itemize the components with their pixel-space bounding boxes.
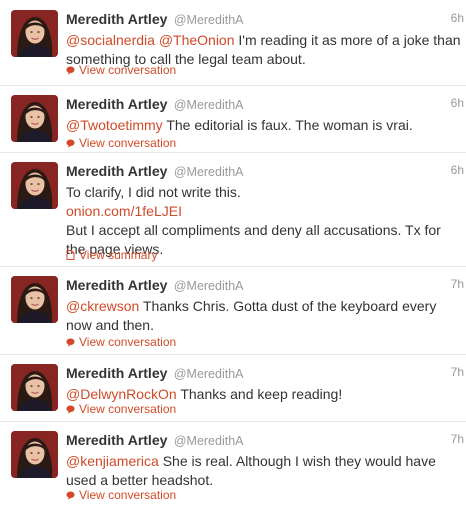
author-handle[interactable]: @MeredithA [174, 98, 244, 112]
tweet[interactable]: Meredith Artley @MeredithA 6h To clarify… [0, 162, 466, 262]
tweet-url-link[interactable]: onion.com/1feLJEI [66, 202, 462, 221]
author-handle[interactable]: @MeredithA [174, 165, 244, 179]
speech-bubble-icon [66, 489, 75, 503]
tweet[interactable]: Meredith Artley @MeredithA 7h @kenjiamer… [0, 431, 466, 503]
tweet[interactable]: Meredith Artley @MeredithA 6h @socialner… [0, 10, 466, 82]
action-label: View conversation [79, 402, 177, 416]
tweet-text-content: The editorial is faux. The woman is vrai… [162, 117, 413, 133]
author-name[interactable]: Meredith Artley [66, 365, 167, 381]
mention-link[interactable]: @TheOnion [159, 32, 235, 48]
tweet-timestamp[interactable]: 6h [451, 96, 464, 110]
author-handle[interactable]: @MeredithA [174, 279, 244, 293]
tweet-timestamp[interactable]: 7h [451, 365, 464, 379]
speech-bubble-icon [66, 64, 75, 78]
view-conversation-link[interactable]: View conversation [66, 488, 176, 503]
tweet-timeline: Meredith Artley @MeredithA 6h @socialner… [0, 0, 466, 507]
tweet[interactable]: Meredith Artley @MeredithA 7h @ckrewson … [0, 276, 466, 350]
view-conversation-link[interactable]: View conversation [66, 136, 176, 151]
view-conversation-link[interactable]: View conversation [66, 402, 176, 417]
tweet-text-line: To clarify, I did not write this. [66, 184, 241, 200]
author-name[interactable]: Meredith Artley [66, 11, 167, 27]
speech-bubble-icon [66, 137, 75, 151]
avatar[interactable] [11, 431, 58, 478]
author-name[interactable]: Meredith Artley [66, 277, 167, 293]
author-name[interactable]: Meredith Artley [66, 432, 167, 448]
tweet-timestamp[interactable]: 6h [451, 11, 464, 25]
author-handle[interactable]: @MeredithA [174, 434, 244, 448]
author-name[interactable]: Meredith Artley [66, 96, 167, 112]
divider [0, 152, 466, 153]
avatar[interactable] [11, 162, 58, 209]
mention-link[interactable]: @kenjiamerica [66, 453, 159, 469]
mention-link[interactable]: @ckrewson [66, 298, 139, 314]
tweet-text: @kenjiamerica She is real. Although I wi… [66, 452, 462, 490]
tweet-text: @ckrewson Thanks Chris. Gotta dust of th… [66, 297, 462, 335]
view-conversation-link[interactable]: View conversation [66, 63, 176, 78]
author-handle[interactable]: @MeredithA [174, 13, 244, 27]
action-label: View summary [79, 248, 158, 262]
mention-link[interactable]: @socialnerdia [66, 32, 155, 48]
tweet[interactable]: Meredith Artley @MeredithA 7h @DelwynRoc… [0, 364, 466, 417]
avatar[interactable] [11, 276, 58, 323]
author-handle[interactable]: @MeredithA [174, 367, 244, 381]
action-label: View conversation [79, 335, 177, 349]
mention-link[interactable]: @Twotoetimmy [66, 117, 163, 133]
mention-link[interactable]: @DelwynRockOn [66, 386, 177, 402]
tweet-timestamp[interactable]: 7h [451, 277, 464, 291]
divider [0, 85, 466, 86]
speech-bubble-icon [66, 336, 75, 350]
avatar[interactable] [11, 95, 58, 142]
avatar[interactable] [11, 10, 58, 57]
divider [0, 354, 466, 355]
document-icon [66, 249, 75, 263]
view-summary-link[interactable]: View summary [66, 248, 157, 263]
tweet-text: @Twotoetimmy The editorial is faux. The … [66, 116, 462, 135]
action-label: View conversation [79, 136, 177, 150]
action-label: View conversation [79, 488, 177, 502]
tweet-timestamp[interactable]: 7h [451, 432, 464, 446]
tweet-text-content: Thanks and keep reading! [176, 386, 343, 402]
action-label: View conversation [79, 63, 177, 77]
tweet[interactable]: Meredith Artley @MeredithA 6h @Twotoetim… [0, 95, 466, 150]
author-name[interactable]: Meredith Artley [66, 163, 167, 179]
divider [0, 421, 466, 422]
avatar[interactable] [11, 364, 58, 411]
view-conversation-link[interactable]: View conversation [66, 335, 176, 350]
speech-bubble-icon [66, 403, 75, 417]
divider [0, 266, 466, 267]
tweet-timestamp[interactable]: 6h [451, 163, 464, 177]
